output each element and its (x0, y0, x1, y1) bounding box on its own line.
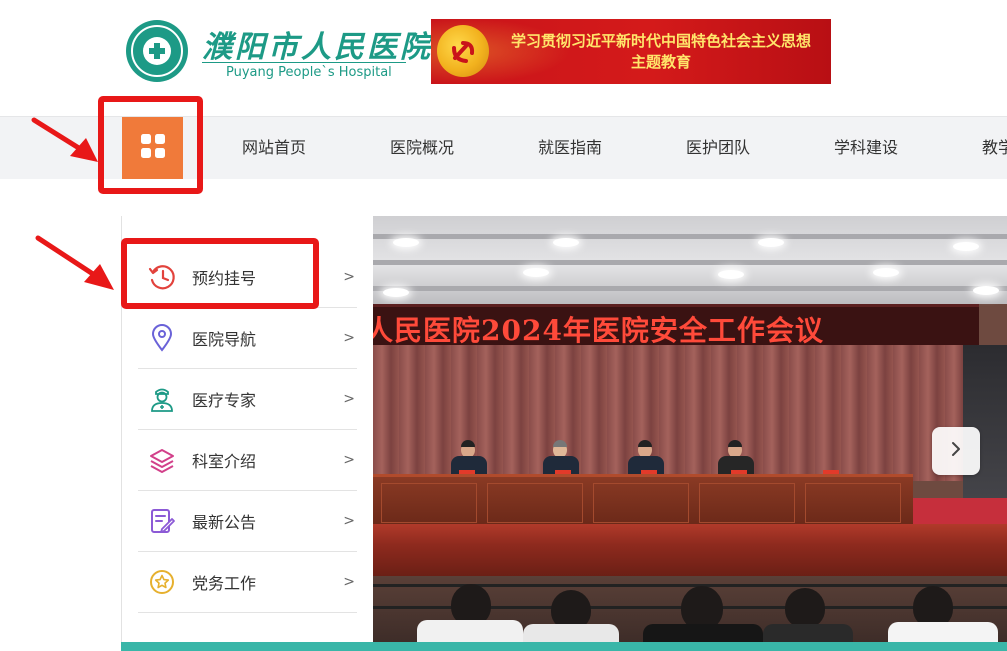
chevron-right-icon: > (343, 391, 355, 407)
annotation-arrow-icon (35, 235, 114, 290)
photo-light (393, 238, 419, 247)
menu-item-label: 最新公告 (192, 513, 257, 532)
nav-item-disciplines[interactable]: 学科建设 (792, 117, 940, 179)
photo-light (553, 238, 579, 247)
photo-beam (373, 286, 1007, 291)
menu-item-label: 医院导航 (192, 330, 257, 349)
annotation-highlight-appointment (121, 238, 319, 309)
chevron-right-icon: > (343, 574, 355, 590)
chevron-right-icon: > (343, 452, 355, 468)
menu-item-label: 党务工作 (192, 574, 257, 593)
menu-item-label: 医疗专家 (192, 391, 257, 410)
chevron-right-icon: > (343, 513, 355, 529)
hospital-name-en: Puyang People`s Hospital (226, 65, 392, 80)
annotation-arrow-icon (31, 117, 98, 162)
chevron-right-icon: > (343, 269, 355, 285)
photo-beam (373, 234, 1007, 239)
chevron-right-icon (948, 440, 964, 462)
logo-divider (202, 62, 406, 63)
nav-item-guide[interactable]: 就医指南 (496, 117, 644, 179)
photo-light (953, 242, 979, 251)
layers-icon (142, 445, 182, 475)
menu-item-party-affairs[interactable]: 党务工作 > (138, 552, 357, 613)
party-emblem-icon (437, 25, 489, 77)
star-badge-icon (142, 567, 182, 597)
nav-item-home[interactable]: 网站首页 (200, 117, 348, 179)
photo-ceiling (373, 216, 1007, 304)
menu-item-label: 科室介绍 (192, 452, 257, 471)
nav-items: 网站首页 医院概况 就医指南 医护团队 学科建设 教学科研 (200, 117, 1007, 179)
menu-item-navigation[interactable]: 医院导航 > (138, 308, 357, 369)
photo-wall (963, 345, 1007, 505)
news-carousel-slide[interactable]: 人民医院2024年医院安全工作会议 (373, 216, 1007, 651)
banner-line-1: 学习贯彻习近平新时代中国特色社会主义思想 (510, 32, 811, 50)
location-pin-icon (142, 323, 182, 353)
nav-item-overview[interactable]: 医院概况 (348, 117, 496, 179)
photo-audience (373, 576, 1007, 651)
annotation-highlight-grid-button (98, 96, 203, 194)
menu-item-departments[interactable]: 科室介绍 > (138, 430, 357, 491)
photo-light (973, 286, 999, 295)
photo-beam (373, 260, 1007, 265)
edit-note-icon (142, 506, 182, 536)
photo-light (758, 238, 784, 247)
photo-light (523, 268, 549, 277)
section-accent-strip (121, 642, 1007, 651)
banner-text: 学习贯彻习近平新时代中国特色社会主义思想 主题教育 (501, 31, 821, 73)
led-banner-text: 人民医院2024年医院安全工作会议 (373, 314, 824, 347)
photo-stage (373, 524, 1007, 576)
nav-item-teaching[interactable]: 教学科研 (940, 117, 1007, 179)
nav-item-team[interactable]: 医护团队 (644, 117, 792, 179)
theme-education-banner[interactable]: 学习贯彻习近平新时代中国特色社会主义思想 主题教育 (431, 19, 831, 84)
menu-item-announcements[interactable]: 最新公告 > (138, 491, 357, 552)
banner-line-2: 主题教育 (630, 53, 691, 71)
doctor-icon (142, 384, 182, 414)
chevron-right-icon: > (343, 330, 355, 346)
photo-table (373, 474, 913, 527)
photo-light (873, 268, 899, 277)
menu-item-experts[interactable]: 医疗专家 > (138, 369, 357, 430)
photo-light (718, 270, 744, 279)
hospital-logo-emblem[interactable] (126, 20, 188, 82)
photo-light (383, 288, 409, 297)
carousel-next-button[interactable] (932, 427, 980, 475)
led-banner: 人民医院2024年医院安全工作会议 (373, 304, 979, 348)
hospital-name-cn[interactable]: 濮阳市人民医院 (202, 22, 433, 66)
